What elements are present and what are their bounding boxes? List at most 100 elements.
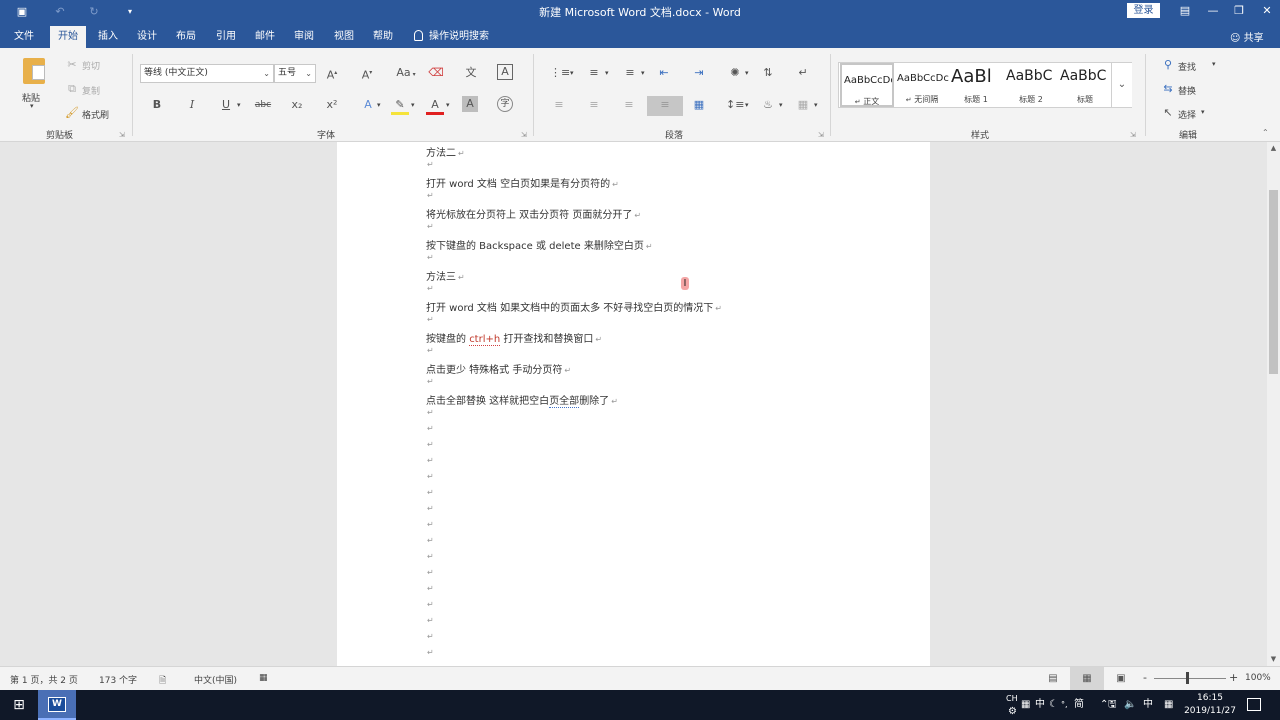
tab-design[interactable]: 设计 [129,26,165,48]
vertical-scrollbar[interactable]: ▲ ▼ [1267,142,1280,666]
tab-insert[interactable]: 插入 [90,26,126,48]
phonetic-guide-button[interactable]: 文 [462,64,480,82]
style-heading-1[interactable]: AaBl 标题 1 [949,63,1003,107]
ime-simplified[interactable]: 简 [1074,690,1084,720]
subscript-button[interactable]: x₂ [288,96,306,114]
ime-punctuation-icon[interactable]: ☾ [1049,690,1058,720]
style-heading-2[interactable]: AaBbC 标题 2 [1004,63,1058,107]
document-page[interactable]: 方法二 ↵ ↵ 打开 word 文档 空白页如果是有分页符的 ↵ ↵ 将光标放在分页… [337,142,930,666]
web-layout-icon[interactable]: ▣ [1104,667,1138,690]
spelling-flag[interactable]: ctrl+h [469,334,501,346]
network-icon[interactable]: 🖫 [1108,690,1117,720]
tab-file[interactable]: 文件 [6,26,42,48]
restore-icon[interactable]: ❐ [1230,3,1248,19]
chinese-layout-icon[interactable]: ✺ [726,64,744,82]
tab-view[interactable]: 视图 [326,26,362,48]
font-name-combo[interactable]: 等线 (中文正文) ⌄ [140,64,274,83]
tell-me-search[interactable]: 操作说明搜索 [406,26,497,48]
character-shading-button[interactable]: A [462,96,478,112]
style-no-spacing[interactable]: AaBbCcDc ↵ 无间隔 [895,63,949,107]
bullets-dropdown-icon[interactable]: ▾ [570,69,574,77]
superscript-button[interactable]: x² [323,96,341,114]
font-color-dropdown-icon[interactable]: ▾ [446,101,450,109]
italic-button[interactable]: I [183,96,201,114]
align-center-icon[interactable]: ≡ [585,96,603,114]
sort-icon[interactable]: ⇅ [759,64,777,82]
text-effects-dropdown-icon[interactable]: ▾ [377,101,381,109]
paste-button[interactable]: 粘贴 ▾ [16,54,50,110]
font-launcher-icon[interactable]: ⇲ [521,131,527,139]
bold-button[interactable]: B [148,96,166,114]
strikethrough-button[interactable]: abc [252,96,274,114]
volume-icon[interactable]: 🔈 [1124,690,1136,720]
zoom-out-button[interactable]: - [1143,671,1147,684]
change-case-button[interactable]: Aa ▾ [394,64,418,82]
paragraph[interactable]: 方法三 ↵ [426,268,465,283]
ime-chinese-mode[interactable]: 中 [1035,690,1045,720]
tab-references[interactable]: 引用 [208,26,244,48]
find-button[interactable]: 查找 [1178,60,1196,73]
styles-launcher-icon[interactable]: ⇲ [1130,131,1136,139]
scroll-up-icon[interactable]: ▲ [1267,142,1280,155]
numbering-icon[interactable]: ≡ [585,64,603,82]
highlighter-icon[interactable]: ✎ [391,96,409,115]
scrollbar-thumb[interactable] [1269,190,1278,374]
paragraph[interactable]: 方法二 ↵ [426,144,465,159]
tab-home[interactable]: 开始 [50,26,86,48]
tab-mailings[interactable]: 邮件 [247,26,283,48]
zoom-in-button[interactable]: + [1229,671,1238,684]
text-effects-button[interactable]: A [359,96,377,114]
paragraph[interactable]: 将光标放在分页符上 双击分页符 页面就分开了 ↵ [426,206,641,221]
justify-icon[interactable]: ≡ [647,96,683,116]
copy-button[interactable]: 复制 [82,84,100,97]
ime-symbol-icon[interactable]: °, [1061,690,1068,720]
paragraph-launcher-icon[interactable]: ⇲ [818,131,824,139]
language-indicator[interactable]: 中文(中国) [194,673,237,686]
show-formatting-marks-icon[interactable]: ↵ [794,64,812,82]
paragraph[interactable]: 打开 word 文档 如果文档中的页面太多 不好寻找空白页的情况下 ↵ [426,299,722,314]
replace-button[interactable]: 替换 [1178,84,1196,97]
find-dropdown-icon[interactable]: ▾ [1212,60,1216,68]
word-count[interactable]: 173 个字 [99,673,137,686]
close-icon[interactable]: ✕ [1258,3,1276,19]
notifications-icon[interactable] [1247,698,1261,711]
ime-settings-gear-icon[interactable]: ⚙ [1008,697,1017,720]
line-spacing-icon[interactable]: ↕≡ [726,96,744,114]
bullets-icon[interactable]: ⋮≡ [550,64,570,82]
borders-dropdown-icon[interactable]: ▾ [814,101,818,109]
proofing-icon[interactable]: 🗎 [159,673,166,689]
tab-review[interactable]: 审阅 [286,26,322,48]
ime-grid-icon[interactable]: ▦ [1164,690,1173,720]
format-painter-button[interactable]: 格式刷 [82,108,109,121]
print-layout-icon[interactable]: ▦ [1070,667,1104,690]
tab-help[interactable]: 帮助 [365,26,401,48]
line-spacing-dropdown-icon[interactable]: ▾ [745,101,749,109]
read-mode-icon[interactable]: ▤ [1036,667,1070,690]
multilevel-dropdown-icon[interactable]: ▾ [641,69,645,77]
decrease-indent-icon[interactable]: ⇤ [655,64,673,82]
zoom-level[interactable]: 100% [1245,673,1271,683]
shading-dropdown-icon[interactable]: ▾ [779,101,783,109]
paragraph[interactable]: 点击全部替换 这样就把空白页全部删除了 ↵ [426,392,618,408]
enclose-characters-button[interactable]: 字 [497,96,513,112]
paragraph[interactable]: 按键盘的 ctrl+h 打开查找和替换窗口 ↵ [426,330,602,346]
font-color-button[interactable]: A [426,96,444,115]
grow-font-button[interactable]: A▴ [323,64,341,82]
underline-button[interactable]: U [217,96,235,114]
collapse-ribbon-icon[interactable]: ⌃ [1262,128,1269,137]
zoom-slider-track[interactable] [1154,678,1226,679]
share-button[interactable]: ☺ 共享 [1230,29,1264,44]
taskbar-clock[interactable]: 16:15 2019/11/27 [1182,692,1238,718]
paragraph[interactable]: 点击更少 特殊格式 手动分页符 ↵ [426,361,571,376]
login-button[interactable]: 登录 [1127,3,1160,18]
multilevel-list-icon[interactable]: ≡ [621,64,639,82]
align-right-icon[interactable]: ≡ [620,96,638,114]
chinese-layout-dropdown-icon[interactable]: ▾ [745,69,749,77]
minimize-icon[interactable]: — [1204,3,1222,19]
highlight-dropdown-icon[interactable]: ▾ [411,101,415,109]
style-title[interactable]: AaBbC 标题 [1058,63,1112,107]
shrink-font-button[interactable]: A▾ [358,64,376,82]
align-left-icon[interactable]: ≡ [550,96,568,114]
borders-icon[interactable]: ▦ [794,96,812,114]
shading-bucket-icon[interactable]: ♨ [759,96,777,114]
